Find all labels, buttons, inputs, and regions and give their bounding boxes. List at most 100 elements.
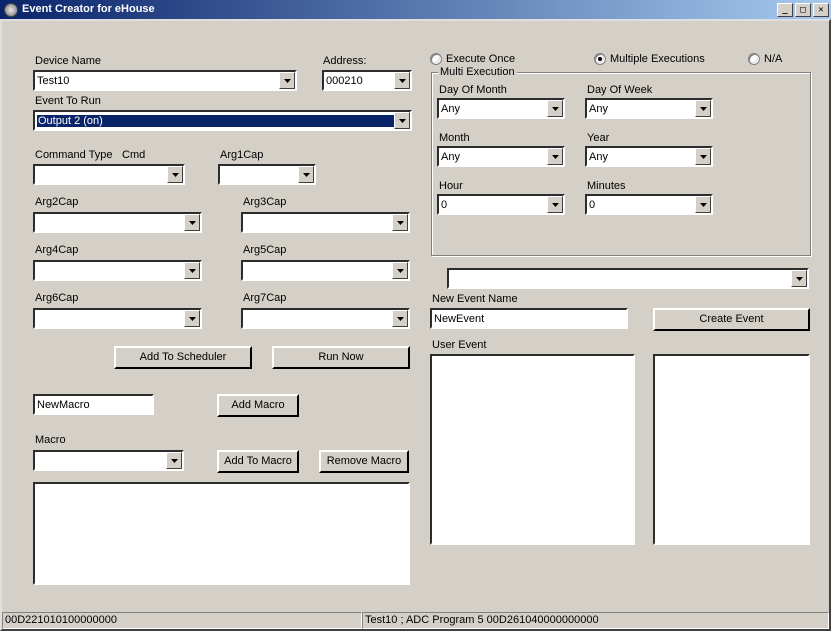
macro-combo[interactable] — [33, 450, 184, 471]
user-event-label: User Event — [432, 339, 486, 351]
chevron-down-icon[interactable] — [791, 270, 807, 287]
add-macro-button[interactable]: Add Macro — [217, 394, 299, 417]
day-of-month-label: Day Of Month — [439, 84, 507, 96]
year-combo[interactable]: Any — [585, 146, 713, 167]
device-name-value: Test10 — [37, 75, 279, 87]
day-of-month-value: Any — [441, 103, 547, 115]
maximize-button[interactable]: □ — [795, 3, 811, 17]
arg6-combo[interactable] — [33, 308, 202, 329]
chevron-down-icon[interactable] — [392, 214, 408, 231]
day-of-week-combo[interactable]: Any — [585, 98, 713, 119]
chevron-down-icon[interactable] — [695, 100, 711, 117]
create-event-button[interactable]: Create Event — [653, 308, 810, 331]
minutes-value: 0 — [589, 199, 695, 211]
arg2-label: Arg2Cap — [35, 196, 78, 208]
status-cell-1: 00D221010100000000 — [2, 612, 362, 629]
address-combo[interactable]: 000210 — [322, 70, 412, 91]
chevron-down-icon[interactable] — [298, 166, 314, 183]
hour-combo[interactable]: 0 — [437, 194, 565, 215]
device-name-combo[interactable]: Test10 — [33, 70, 297, 91]
chevron-down-icon[interactable] — [695, 148, 711, 165]
arg5-combo[interactable] — [241, 260, 410, 281]
execute-once-radio[interactable]: Execute Once — [430, 53, 515, 65]
app-icon — [4, 3, 18, 17]
chevron-down-icon[interactable] — [279, 72, 295, 89]
chevron-down-icon[interactable] — [547, 196, 563, 213]
arg7-combo[interactable] — [241, 308, 410, 329]
arg6-label: Arg6Cap — [35, 292, 78, 304]
chevron-down-icon[interactable] — [392, 262, 408, 279]
event-to-run-label: Event To Run — [35, 95, 101, 107]
new-event-name-label: New Event Name — [432, 293, 518, 305]
command-type-label: Command Type — [35, 149, 112, 161]
add-to-macro-button[interactable]: Add To Macro — [217, 450, 299, 473]
hour-value: 0 — [441, 199, 547, 211]
arg7-label: Arg7Cap — [243, 292, 286, 304]
radio-icon — [594, 53, 606, 65]
arg3-label: Arg3Cap — [243, 196, 286, 208]
arg5-label: Arg5Cap — [243, 244, 286, 256]
status-cell-2: Test10 ; ADC Program 5 00D26104000000000… — [362, 612, 829, 629]
run-now-button[interactable]: Run Now — [272, 346, 410, 369]
minutes-label: Minutes — [587, 180, 626, 192]
day-of-week-value: Any — [589, 103, 695, 115]
radio-icon — [430, 53, 442, 65]
multi-execution-group: Multi Execution Day Of Month Any Day Of … — [431, 72, 811, 256]
arg1-combo[interactable] — [218, 164, 316, 185]
arg4-label: Arg4Cap — [35, 244, 78, 256]
month-value: Any — [441, 151, 547, 163]
minimize-button[interactable]: _ — [777, 3, 793, 17]
add-to-scheduler-button[interactable]: Add To Scheduler — [114, 346, 252, 369]
extra-combo[interactable] — [447, 268, 809, 289]
chevron-down-icon[interactable] — [184, 310, 200, 327]
event-to-run-value: Output 2 (on) — [37, 115, 394, 127]
new-event-name-value: NewEvent — [434, 313, 484, 325]
chevron-down-icon[interactable] — [695, 196, 711, 213]
event-to-run-combo[interactable]: Output 2 (on) — [33, 110, 412, 131]
radio-icon — [748, 53, 760, 65]
new-event-name-input[interactable]: NewEvent — [430, 308, 628, 329]
year-label: Year — [587, 132, 609, 144]
chevron-down-icon[interactable] — [184, 214, 200, 231]
chevron-down-icon[interactable] — [392, 310, 408, 327]
titlebar: Event Creator for eHouse _ □ ✕ — [0, 0, 831, 19]
chevron-down-icon[interactable] — [547, 100, 563, 117]
device-name-label: Device Name — [35, 55, 101, 67]
arg2-combo[interactable] — [33, 212, 202, 233]
chevron-down-icon[interactable] — [394, 112, 410, 129]
multiple-executions-label: Multiple Executions — [610, 53, 705, 65]
month-combo[interactable]: Any — [437, 146, 565, 167]
multi-execution-group-title: Multi Execution — [438, 66, 517, 78]
arg3-combo[interactable] — [241, 212, 410, 233]
address-label: Address: — [323, 55, 366, 67]
day-of-week-label: Day Of Week — [587, 84, 652, 96]
command-type-combo[interactable] — [33, 164, 185, 185]
arg1-label: Arg1Cap — [220, 149, 263, 161]
chevron-down-icon[interactable] — [547, 148, 563, 165]
address-value: 000210 — [326, 75, 394, 87]
macro-listbox[interactable] — [33, 482, 410, 585]
status-bar: 00D221010100000000 Test10 ; ADC Program … — [2, 612, 829, 629]
remove-macro-button[interactable]: Remove Macro — [319, 450, 409, 473]
newmacro-value: NewMacro — [37, 399, 90, 411]
hour-label: Hour — [439, 180, 463, 192]
close-button[interactable]: ✕ — [813, 3, 829, 17]
arg4-combo[interactable] — [33, 260, 202, 281]
multiple-executions-radio[interactable]: Multiple Executions — [594, 53, 705, 65]
user-event-listbox-1[interactable] — [430, 354, 635, 545]
macro-label: Macro — [35, 434, 66, 446]
day-of-month-combo[interactable]: Any — [437, 98, 565, 119]
chevron-down-icon[interactable] — [184, 262, 200, 279]
chevron-down-icon[interactable] — [394, 72, 410, 89]
chevron-down-icon[interactable] — [166, 452, 182, 469]
na-radio[interactable]: N/A — [748, 53, 782, 65]
year-value: Any — [589, 151, 695, 163]
newmacro-input[interactable]: NewMacro — [33, 394, 154, 415]
execute-once-label: Execute Once — [446, 53, 515, 65]
minutes-combo[interactable]: 0 — [585, 194, 713, 215]
user-event-listbox-2[interactable] — [653, 354, 810, 545]
chevron-down-icon[interactable] — [167, 166, 183, 183]
month-label: Month — [439, 132, 470, 144]
cmd-label: Cmd — [122, 149, 145, 161]
window-title: Event Creator for eHouse — [22, 0, 155, 19]
